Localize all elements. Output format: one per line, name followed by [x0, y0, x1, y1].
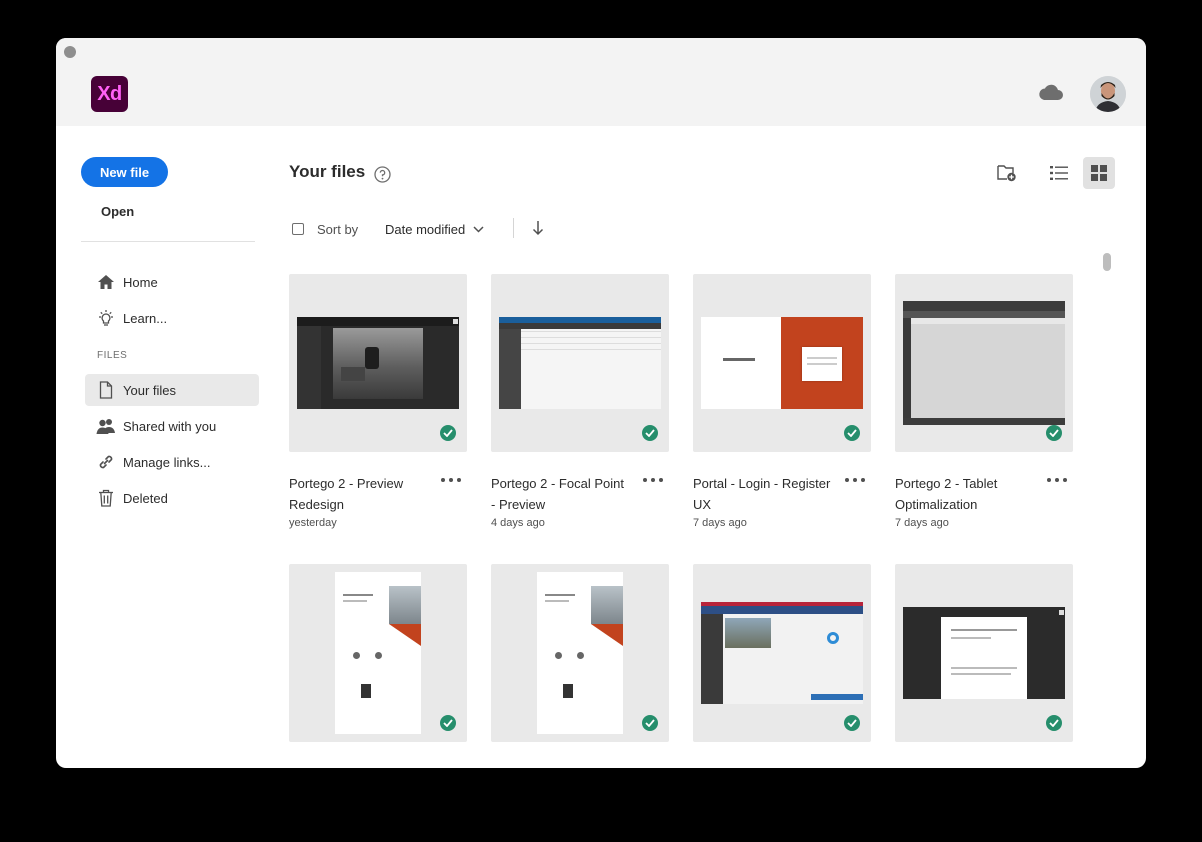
file-name: Portego 2 - Preview Redesign [289, 476, 404, 512]
sidebar-item-home[interactable]: Home [85, 266, 259, 298]
sort-by-label: Sort by [317, 222, 359, 237]
select-all-checkbox[interactable] [292, 223, 304, 235]
app-window: Xd New file Open Home Learn... FILES You… [56, 38, 1146, 768]
open-button[interactable]: Open [101, 204, 134, 219]
people-icon [96, 416, 116, 436]
synced-check-icon [1046, 425, 1062, 441]
file-thumbnail [895, 274, 1073, 452]
synced-check-icon [642, 715, 658, 731]
file-modified-date: 4 days ago [491, 517, 545, 529]
file-thumbnail [895, 564, 1073, 742]
sidebar-item-label: Deleted [123, 490, 168, 506]
file-card[interactable]: Portego 2 - Tablet Optimalization 7 days… [895, 274, 1073, 529]
synced-check-icon [844, 715, 860, 731]
more-options-icon[interactable] [845, 473, 865, 487]
grid-view-icon [1091, 165, 1107, 181]
chevron-down-icon [473, 226, 484, 233]
file-card[interactable] [693, 564, 871, 742]
more-options-icon[interactable] [441, 473, 461, 487]
document-icon [96, 380, 116, 400]
file-name: Portal - Login - Register UX [693, 476, 831, 512]
lightbulb-icon [96, 308, 116, 328]
sort-field-value: Date modified [385, 222, 466, 237]
home-icon [96, 272, 116, 292]
list-view-button[interactable] [1043, 157, 1075, 189]
new-file-button[interactable]: New file [81, 157, 168, 187]
file-card[interactable]: Portal - Login - Register UX 7 days ago [693, 274, 871, 529]
window-close-button[interactable] [64, 46, 76, 58]
sidebar-item-deleted[interactable]: Deleted [85, 482, 259, 514]
file-thumbnail [693, 274, 871, 452]
files-section-heading: FILES [97, 350, 128, 361]
file-thumbnail [491, 564, 669, 742]
synced-check-icon [642, 425, 658, 441]
link-icon [96, 452, 116, 472]
sidebar-item-label: Learn... [123, 310, 168, 326]
synced-check-icon [440, 715, 456, 731]
sidebar-item-manage-links[interactable]: Manage links... [85, 446, 259, 478]
sidebar-item-learn[interactable]: Learn... [85, 302, 259, 334]
page-title: Your files [289, 162, 366, 181]
sort-direction-arrow-icon[interactable] [531, 220, 545, 236]
cloud-icon[interactable] [1038, 83, 1064, 103]
file-card[interactable] [895, 564, 1073, 742]
user-avatar[interactable] [1090, 76, 1126, 112]
sidebar-divider [81, 241, 255, 242]
sidebar-item-label: Your files [123, 382, 176, 398]
sidebar-item-your-files[interactable]: Your files [85, 374, 259, 406]
file-card[interactable]: Portego 2 - Focal Point - Preview 4 days… [491, 274, 669, 529]
file-modified-date: 7 days ago [895, 517, 949, 529]
sidebar-item-label: Shared with you [123, 418, 217, 434]
file-thumbnail [491, 274, 669, 452]
sort-field-dropdown[interactable]: Date modified [385, 222, 484, 237]
title-bar: Xd [56, 38, 1146, 126]
file-card[interactable]: Portego 2 - Preview Redesign yesterday [289, 274, 467, 529]
grid-view-button[interactable] [1083, 157, 1115, 189]
sidebar-item-label: Home [123, 274, 158, 290]
file-thumbnail [289, 564, 467, 742]
sidebar-item-shared[interactable]: Shared with you [85, 410, 259, 442]
xd-logo: Xd [91, 76, 128, 112]
file-card[interactable] [491, 564, 669, 742]
add-folder-icon [997, 165, 1016, 182]
file-modified-date: yesterday [289, 517, 337, 529]
file-name: Portego 2 - Tablet Optimalization [895, 476, 998, 512]
synced-check-icon [844, 425, 860, 441]
new-folder-button[interactable] [991, 157, 1023, 189]
help-icon[interactable] [374, 166, 391, 183]
synced-check-icon [1046, 715, 1062, 731]
sort-separator [513, 218, 514, 238]
trash-icon [96, 488, 116, 508]
scrollbar-thumb[interactable] [1103, 253, 1111, 271]
list-view-icon [1050, 166, 1068, 180]
file-thumbnail [693, 564, 871, 742]
file-name: Portego 2 - Focal Point - Preview [491, 476, 624, 512]
file-card[interactable] [289, 564, 467, 742]
synced-check-icon [440, 425, 456, 441]
file-modified-date: 7 days ago [693, 517, 747, 529]
more-options-icon[interactable] [1047, 473, 1067, 487]
sidebar-item-label: Manage links... [123, 454, 211, 470]
file-thumbnail [289, 274, 467, 452]
more-options-icon[interactable] [643, 473, 663, 487]
